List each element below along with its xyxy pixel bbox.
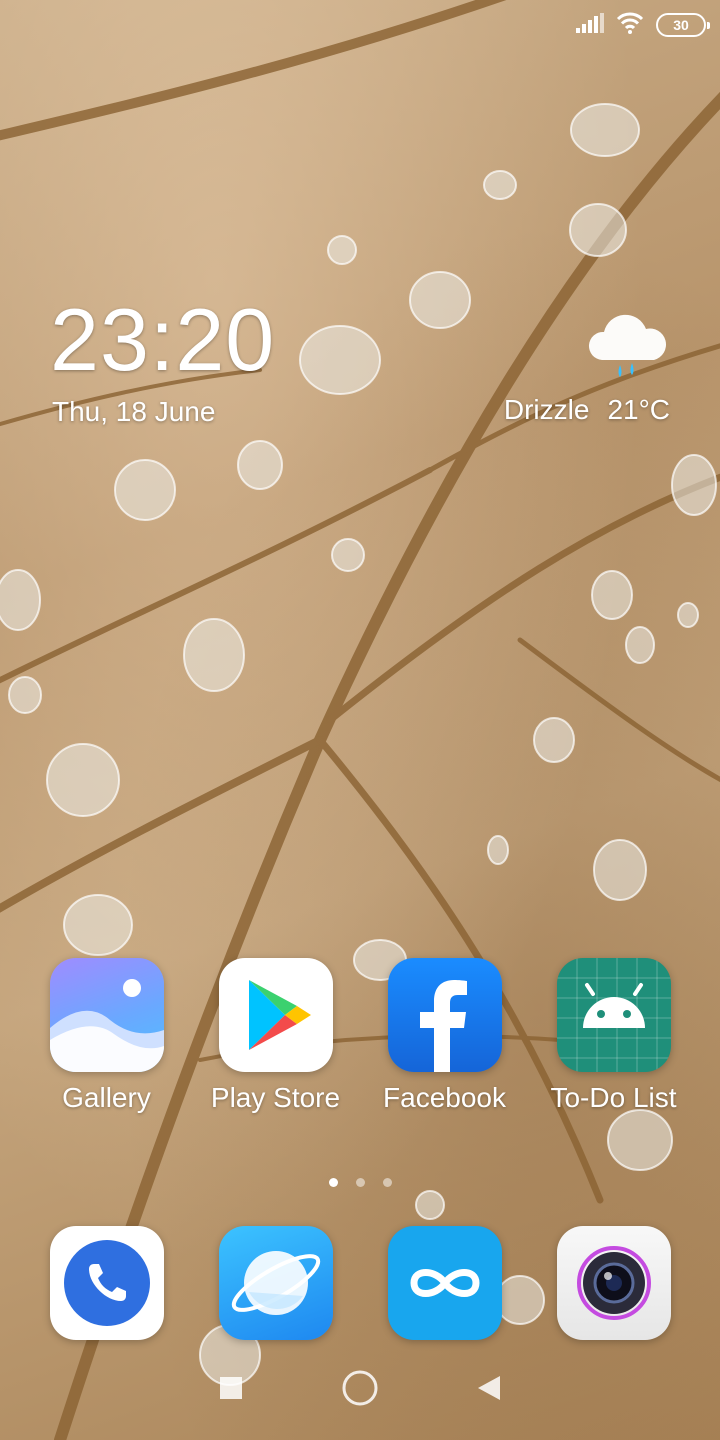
- navigation-bar: [0, 1360, 720, 1420]
- app-label: Play Store: [210, 1082, 341, 1113]
- app-gallery[interactable]: Gallery: [27, 958, 187, 1114]
- gallery-icon: [49, 958, 164, 1072]
- page-indicator: [0, 1178, 720, 1187]
- status-bar: 30: [576, 10, 710, 40]
- dock-browser[interactable]: [196, 1226, 356, 1340]
- facebook-icon: [387, 958, 502, 1072]
- app-to-do-list[interactable]: To-Do List: [534, 958, 694, 1114]
- wallpaper: [0, 0, 720, 1440]
- dock-phone[interactable]: [27, 1226, 187, 1340]
- dock-camera[interactable]: [534, 1226, 694, 1340]
- page-dot: [382, 1178, 392, 1187]
- infinity-icon: [387, 1226, 502, 1340]
- home-circle-icon[interactable]: [341, 1369, 379, 1412]
- battery-level: 30: [673, 17, 689, 33]
- play-store-icon: [218, 958, 333, 1072]
- back-triangle-icon[interactable]: [477, 1375, 501, 1406]
- app-label: Facebook: [383, 1082, 506, 1113]
- app-grid-row: Gallery Play Store Facebook To-Do List: [0, 958, 720, 1114]
- weather-condition: Drizzle: [503, 394, 590, 425]
- page-dot-active: [328, 1178, 338, 1187]
- drizzle-cloud-icon[interactable]: [584, 305, 670, 385]
- app-label: Gallery: [62, 1082, 151, 1113]
- battery-indicator: 30: [656, 13, 710, 37]
- wifi-icon: [616, 12, 644, 39]
- recents-square-icon[interactable]: [219, 1376, 243, 1405]
- clock-time[interactable]: 23:20: [50, 296, 275, 384]
- weather-summary[interactable]: Drizzle 21°C: [504, 394, 670, 426]
- signal-icon: [576, 12, 604, 38]
- phone-icon: [49, 1226, 164, 1340]
- android-icon: [556, 958, 671, 1072]
- weather-temperature: 21°C: [607, 394, 670, 425]
- camera-icon: [556, 1226, 671, 1340]
- app-play-store[interactable]: Play Store: [196, 958, 356, 1114]
- page-dot: [355, 1178, 365, 1187]
- dock: [0, 1226, 720, 1340]
- app-label: To-Do List: [550, 1082, 677, 1113]
- app-facebook[interactable]: Facebook: [365, 958, 525, 1114]
- dock-infinity-app[interactable]: [365, 1226, 525, 1340]
- browser-icon: [218, 1226, 333, 1340]
- clock-date[interactable]: Thu, 18 June: [52, 396, 215, 428]
